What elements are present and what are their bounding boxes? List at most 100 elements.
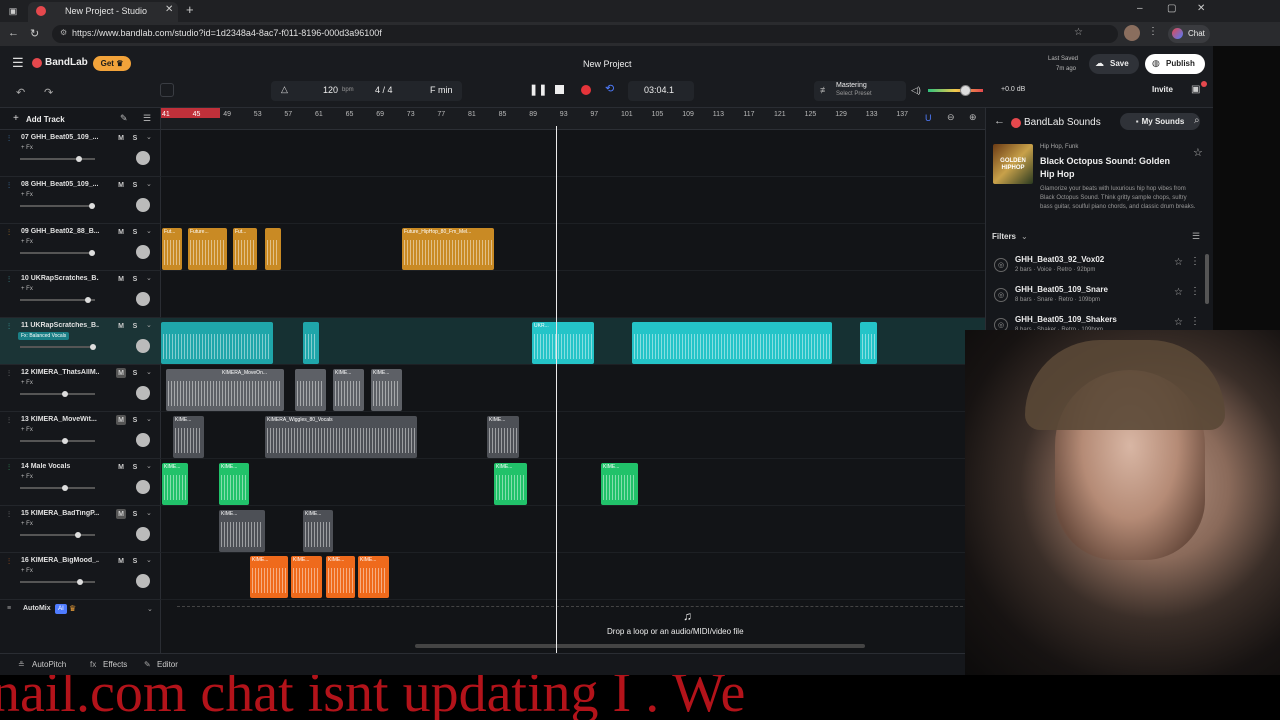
- add-fx-button[interactable]: + Fx: [21, 192, 33, 198]
- chevron-down-icon[interactable]: ⌄: [146, 133, 152, 141]
- tab-editor[interactable]: Editor: [157, 660, 178, 669]
- chevron-down-icon[interactable]: ⌄: [146, 415, 152, 423]
- tab-effects[interactable]: Effects: [103, 660, 127, 669]
- volume-knob[interactable]: [77, 579, 83, 585]
- track-options-icon[interactable]: ☰: [143, 113, 151, 124]
- mute-button[interactable]: M: [116, 321, 126, 331]
- star-icon[interactable]: ☆: [1174, 257, 1183, 268]
- horizontal-scrollbar[interactable]: [415, 644, 865, 648]
- track-row[interactable]: ⫶ 10 UKRapScratches_B... + Fx M S ⌄: [0, 271, 161, 318]
- track-lane[interactable]: [161, 271, 985, 318]
- audio-clip[interactable]: KIME...: [371, 369, 402, 411]
- track-lane[interactable]: [161, 130, 985, 177]
- timeline-ruler[interactable]: 41 45 49 53 57 61 65 69 73 77 81 85 89 93 97 101 105 109 1…: [161, 108, 985, 130]
- chat-button[interactable]: Chat: [1168, 25, 1210, 43]
- add-fx-button[interactable]: + Fx: [21, 568, 33, 574]
- mastering-button[interactable]: ≢ Mastering Select Preset: [814, 81, 906, 101]
- chevron-down-icon[interactable]: ⌄: [147, 605, 153, 613]
- solo-button[interactable]: S: [130, 274, 140, 284]
- audio-clip[interactable]: KIME...: [219, 510, 265, 552]
- record-icon[interactable]: [581, 85, 591, 95]
- track-lane[interactable]: [161, 506, 985, 553]
- audio-clip[interactable]: KIME...: [250, 556, 288, 598]
- track-row[interactable]: ⫶ 12 KIMERA_ThatsAllM... + Fx M S ⌄: [0, 365, 161, 412]
- star-icon[interactable]: ☆: [1193, 146, 1203, 159]
- track-lane[interactable]: [161, 459, 985, 506]
- track-name[interactable]: 12 KIMERA_ThatsAllM...: [21, 369, 99, 376]
- audio-clip[interactable]: [860, 322, 877, 364]
- add-fx-button[interactable]: + Fx: [21, 380, 33, 386]
- add-fx-button[interactable]: + Fx: [21, 286, 33, 292]
- audio-clip[interactable]: Future...: [188, 228, 227, 270]
- mute-button[interactable]: M: [116, 180, 126, 190]
- track-volume-slider[interactable]: [20, 252, 95, 254]
- master-volume-knob[interactable]: [960, 85, 971, 96]
- track-volume-slider[interactable]: [20, 299, 95, 301]
- track-volume-slider[interactable]: [20, 158, 95, 160]
- volume-knob[interactable]: [89, 203, 95, 209]
- solo-button[interactable]: S: [130, 180, 140, 190]
- solo-button[interactable]: S: [130, 556, 140, 566]
- mute-button[interactable]: M: [116, 509, 126, 519]
- track-row[interactable]: ⫶ 15 KIMERA_BadTingP... + Fx M S ⌄: [0, 506, 161, 553]
- zoom-out-icon[interactable]: ⊖: [947, 112, 955, 123]
- more-options-icon[interactable]: ⋮: [1190, 286, 1200, 297]
- site-info-icon[interactable]: ⚙: [60, 28, 67, 37]
- pan-knob[interactable]: [136, 151, 150, 165]
- audio-clip[interactable]: KIME...: [162, 463, 188, 505]
- track-volume-slider[interactable]: [20, 346, 95, 348]
- chevron-down-icon[interactable]: ⌄: [146, 227, 152, 235]
- add-fx-button[interactable]: + Fx: [21, 427, 33, 433]
- bandlab-logo-text[interactable]: BandLab: [45, 57, 88, 68]
- volume-knob[interactable]: [85, 297, 91, 303]
- audio-clip[interactable]: KIMERA_Wiggles_80_Vocals: [265, 416, 417, 458]
- audio-clip[interactable]: KIME...: [333, 369, 364, 411]
- close-tab-icon[interactable]: ✕: [165, 4, 173, 15]
- track-row[interactable]: ⫶ 09 GHH_Beat02_88_B... + Fx M S ⌄: [0, 224, 161, 271]
- volume-knob[interactable]: [90, 344, 96, 350]
- track-row[interactable]: ⫶ 16 KIMERA_BigMood_... + Fx M S ⌄: [0, 553, 161, 600]
- pan-knob[interactable]: [136, 339, 150, 353]
- audio-clip[interactable]: KIME...: [303, 510, 333, 552]
- zoom-in-icon[interactable]: ⊕: [969, 112, 977, 123]
- audio-clip[interactable]: UKR...: [532, 322, 594, 364]
- address-bar[interactable]: ⚙ https://www.bandlab.com/studio?id=1d23…: [52, 25, 1118, 43]
- track-name[interactable]: 07 GHH_Beat05_109_...: [21, 134, 99, 141]
- bookmark-star-icon[interactable]: ☆: [1074, 27, 1083, 38]
- pack-title[interactable]: Black Octopus Sound: Golden Hip Hop: [1040, 155, 1180, 181]
- master-volume-slider[interactable]: [928, 85, 983, 96]
- audio-clip[interactable]: KIME...: [173, 416, 204, 458]
- chevron-down-icon[interactable]: ⌄: [1021, 232, 1028, 241]
- audio-clip[interactable]: KIME...: [219, 463, 249, 505]
- play-preview-icon[interactable]: ◎: [994, 288, 1008, 302]
- redo-icon[interactable]: ↷: [44, 86, 53, 99]
- close-window-button[interactable]: ✕: [1197, 3, 1205, 14]
- minimize-button[interactable]: –: [1137, 3, 1143, 14]
- track-name[interactable]: 13 KIMERA_MoveWit...: [21, 416, 99, 423]
- pan-knob[interactable]: [136, 480, 150, 494]
- track-volume-slider[interactable]: [20, 581, 95, 583]
- track-name[interactable]: 11 UKRapScratches_B...: [21, 322, 99, 329]
- mute-button[interactable]: M: [116, 556, 126, 566]
- more-options-icon[interactable]: ⋮: [1190, 316, 1200, 327]
- volume-knob[interactable]: [89, 250, 95, 256]
- solo-button[interactable]: S: [130, 368, 140, 378]
- chevron-down-icon[interactable]: ⌄: [146, 509, 152, 517]
- mute-button[interactable]: M: [116, 227, 126, 237]
- mute-button[interactable]: M: [116, 462, 126, 472]
- add-fx-button[interactable]: + Fx: [21, 521, 33, 527]
- publish-button[interactable]: ◍ Publish: [1145, 54, 1205, 74]
- pan-knob[interactable]: [136, 292, 150, 306]
- reload-icon[interactable]: ↻: [30, 27, 39, 40]
- automix-row[interactable]: ≡ AutoMix AI ♛ ⌄: [0, 604, 161, 618]
- more-options-icon[interactable]: ⋮: [1190, 256, 1200, 267]
- add-fx-button[interactable]: + Fx: [21, 239, 33, 245]
- audio-clip[interactable]: KIME...: [358, 556, 389, 598]
- track-name[interactable]: 15 KIMERA_BadTingP...: [21, 510, 99, 517]
- audio-clip[interactable]: [265, 228, 281, 270]
- menu-dots-icon[interactable]: ⋮: [1148, 26, 1158, 37]
- invite-button[interactable]: Invite: [1152, 85, 1173, 94]
- audio-clip[interactable]: KIME...: [487, 416, 519, 458]
- playhead[interactable]: [556, 126, 557, 653]
- new-tab-button[interactable]: +: [186, 2, 194, 17]
